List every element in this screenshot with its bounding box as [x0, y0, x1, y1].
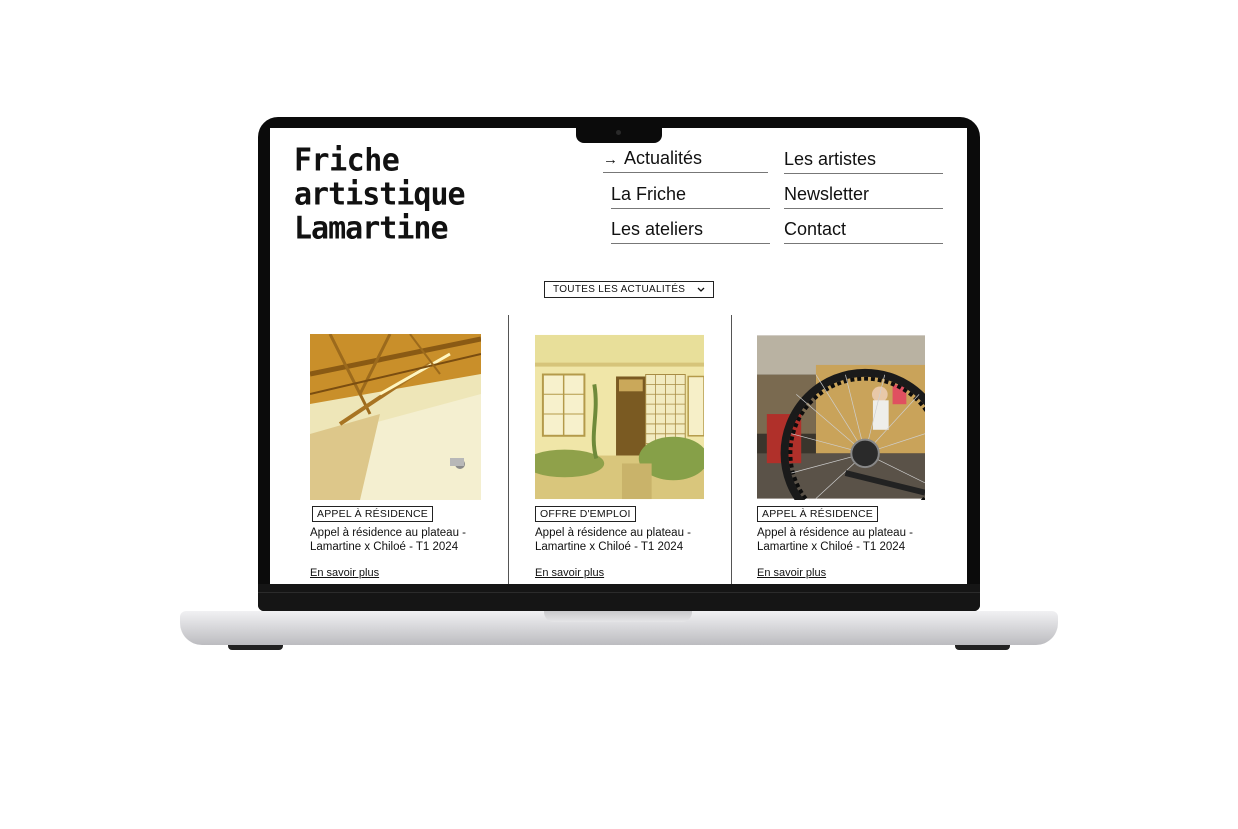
card-category-tag[interactable]: APPEL À RÉSIDENCE: [757, 506, 878, 522]
news-filter-select[interactable]: TOUTES LES ACTUALITÉS: [544, 281, 714, 298]
read-more-link[interactable]: En savoir plus: [310, 567, 379, 579]
card-title-line: Lamartine x Chiloé - T1 2024: [535, 541, 684, 553]
arrow-right-icon: →: [603, 151, 618, 168]
read-more-link[interactable]: En savoir plus: [757, 567, 826, 579]
laptop-chin: [258, 584, 980, 611]
card-title[interactable]: Appel à résidence au plateau - Lamartine…: [757, 526, 927, 554]
news-card: APPEL À RÉSIDENCE Appel à résidence au p…: [757, 334, 929, 579]
card-image[interactable]: [757, 334, 925, 500]
nav-item-newsletter[interactable]: Newsletter: [784, 184, 943, 209]
filter-selected-value: TOUTES LES ACTUALITÉS: [553, 284, 686, 295]
card-category-tag[interactable]: OFFRE D'EMPLOI: [535, 506, 636, 522]
card-image[interactable]: [535, 334, 704, 500]
nav-item-les-artistes[interactable]: Les artistes: [784, 149, 943, 174]
nav-item-actualites[interactable]: → Actualités: [603, 148, 768, 173]
card-image[interactable]: [310, 334, 481, 500]
card-title-line: Lamartine x Chiloé - T1 2024: [757, 541, 906, 553]
logo-line-1: Friche: [294, 142, 400, 179]
card-title-line: Lamartine x Chiloé - T1 2024: [310, 541, 459, 553]
laptop-opening-groove: [544, 611, 692, 622]
card-title-line: Appel à résidence au plateau -: [310, 527, 466, 539]
nav-item-la-friche[interactable]: La Friche: [611, 184, 770, 209]
nav-item-label: La Friche: [611, 184, 687, 204]
laptop-chin-line: [258, 592, 980, 593]
logo-line-2: artistique: [294, 176, 466, 213]
card-category-tag[interactable]: APPEL À RÉSIDENCE: [312, 506, 433, 522]
site-logo[interactable]: Friche artistique Lamartine: [294, 142, 466, 247]
nav-item-label: Les ateliers: [611, 219, 704, 239]
card-title-line: Appel à résidence au plateau -: [535, 527, 691, 539]
nav-item-label: Les artistes: [784, 149, 877, 169]
laptop-foot-right: [955, 645, 1010, 650]
card-title[interactable]: Appel à résidence au plateau - Lamartine…: [535, 526, 705, 554]
laptop-foot-left: [228, 645, 283, 650]
read-more-link[interactable]: En savoir plus: [535, 567, 604, 579]
nav-item-label: Actualités: [624, 148, 703, 168]
card-title-line: Appel à résidence au plateau -: [757, 527, 913, 539]
card-title[interactable]: Appel à résidence au plateau - Lamartine…: [310, 526, 480, 554]
nav-item-les-ateliers[interactable]: Les ateliers: [611, 219, 770, 244]
logo-line-3: Lamartine: [294, 210, 449, 247]
chevron-down-icon: [697, 285, 705, 295]
camera-icon: [616, 130, 621, 135]
nav-item-label: Newsletter: [784, 184, 870, 204]
laptop-screen: Friche artistique Lamartine → Actualités …: [270, 128, 967, 584]
news-card: OFFRE D'EMPLOI Appel à résidence au plat…: [535, 334, 707, 579]
column-divider: [508, 315, 509, 584]
nav-item-label: Contact: [784, 219, 847, 239]
nav-item-contact[interactable]: Contact: [784, 219, 943, 244]
column-divider: [731, 315, 732, 584]
news-card: APPEL À RÉSIDENCE Appel à résidence au p…: [310, 334, 482, 579]
